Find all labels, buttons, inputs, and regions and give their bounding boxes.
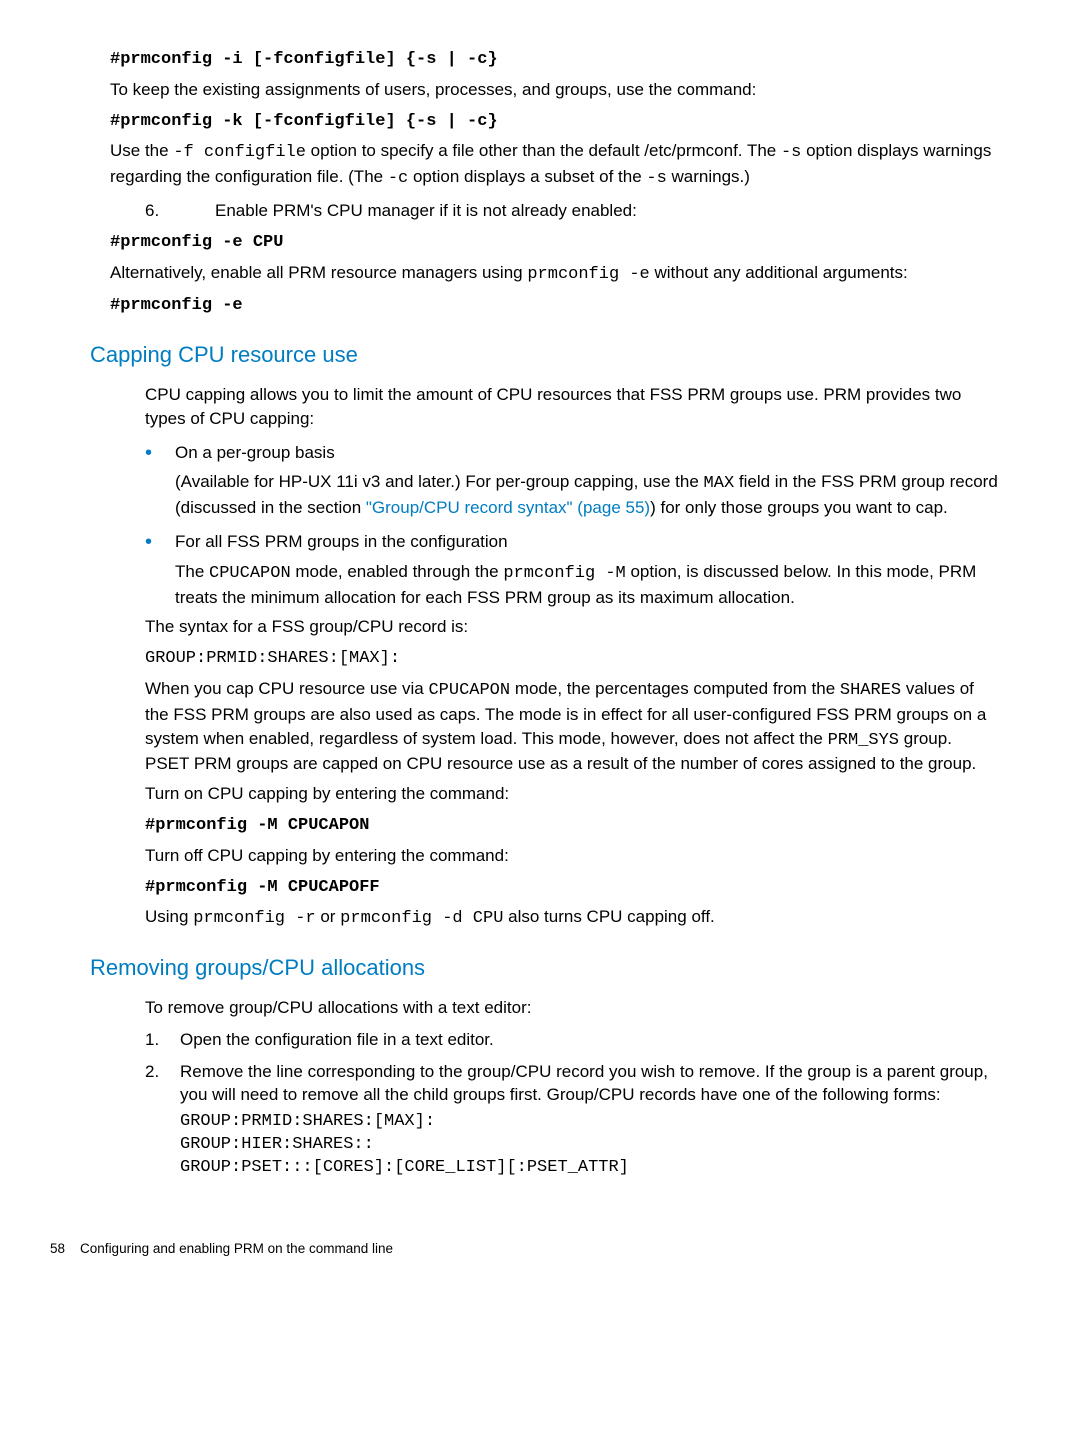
bullet-per-group: On a per-group basis [175, 441, 335, 465]
step-2-text: Remove the line corresponding to the gro… [180, 1060, 1000, 1108]
bullet-icon: • [145, 530, 175, 554]
text-all-fss-detail: The CPUCAPON mode, enabled through the p… [175, 560, 1000, 610]
cmd-prmconfig-e: #prmconfig -e [110, 296, 243, 315]
step-number-6: 6. [145, 199, 215, 223]
text-turn-off: Turn off CPU capping by entering the com… [145, 844, 1000, 868]
text-use-f-option: Use the -f configfile option to specify … [110, 139, 1000, 191]
link-group-cpu-record-syntax[interactable]: "Group/CPU record syntax" (page 55) [366, 498, 650, 517]
text-remove-intro: To remove group/CPU allocations with a t… [145, 996, 1000, 1020]
step-number-1: 1. [145, 1028, 180, 1052]
bullet-all-fss: For all FSS PRM groups in the configurat… [175, 530, 508, 554]
cmd-prmconfig-i: #prmconfig -i [-fconfigfile] {-s | -c} [110, 50, 498, 69]
cmd-prmconfig-k: #prmconfig -k [-fconfigfile] {-s | -c} [110, 112, 498, 131]
text-keep-existing: To keep the existing assignments of user… [110, 78, 1000, 102]
step-6-text: Enable PRM's CPU manager if it is not al… [215, 199, 637, 223]
bullet-icon: • [145, 441, 175, 465]
text-syntax-label: The syntax for a FSS group/CPU record is… [145, 615, 1000, 639]
heading-removing-groups: Removing groups/CPU allocations [90, 953, 1000, 984]
text-turn-on: Turn on CPU capping by entering the comm… [145, 782, 1000, 806]
heading-capping-cpu: Capping CPU resource use [90, 340, 1000, 371]
step-number-2: 2. [145, 1060, 180, 1108]
footer-label: Configuring and enabling PRM on the comm… [80, 1241, 393, 1256]
step-1-text: Open the configuration file in a text ed… [180, 1028, 494, 1052]
cmd-cpucapoff: #prmconfig -M CPUCAPOFF [145, 878, 380, 897]
code-group-forms: GROUP:PRMID:SHARES:[MAX]: GROUP:HIER:SHA… [180, 1111, 1000, 1180]
page-number: 58 [50, 1241, 65, 1256]
text-cpu-capping-intro: CPU capping allows you to limit the amou… [145, 383, 1000, 431]
text-alternatively: Alternatively, enable all PRM resource m… [110, 261, 1000, 287]
cmd-prmconfig-e-cpu: #prmconfig -e CPU [110, 233, 283, 252]
page-footer: 58 Configuring and enabling PRM on the c… [50, 1240, 1000, 1259]
text-cpucapon-para: When you cap CPU resource use via CPUCAP… [145, 677, 1000, 776]
text-per-group-detail: (Available for HP-UX 11i v3 and later.) … [175, 470, 1000, 520]
cmd-cpucapon: #prmconfig -M CPUCAPON [145, 816, 369, 835]
code-syntax: GROUP:PRMID:SHARES:[MAX]: [145, 649, 400, 668]
text-using-r-d: Using prmconfig -r or prmconfig -d CPU a… [145, 905, 1000, 931]
